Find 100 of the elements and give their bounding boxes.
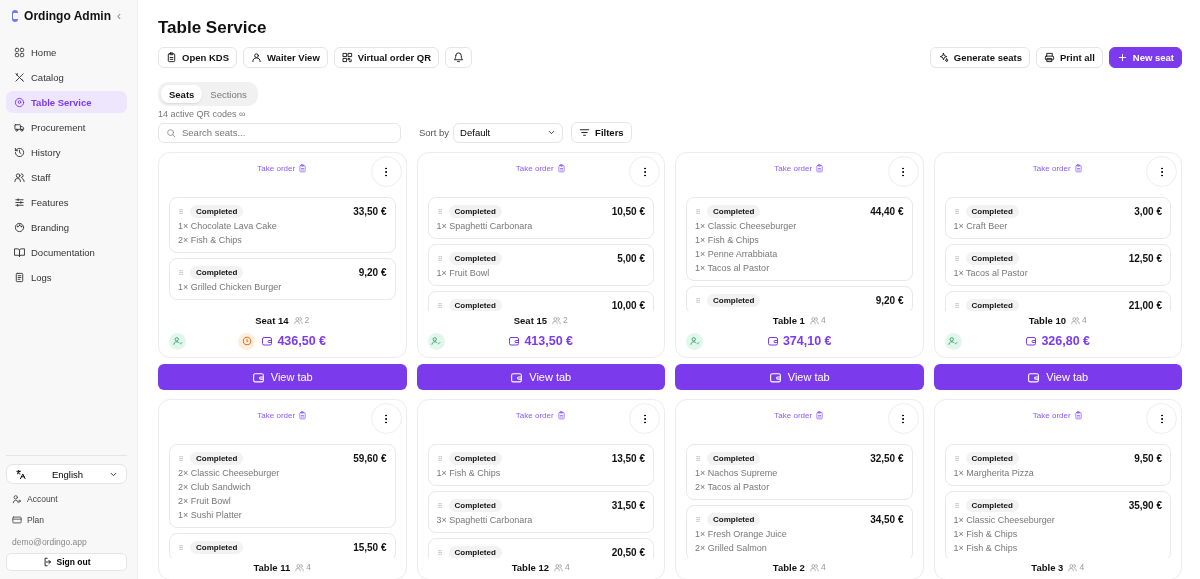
sidebar-item[interactable]: Staff: [6, 166, 127, 188]
take-order-link[interactable]: Take order: [1032, 409, 1083, 421]
scroll-icon: [14, 271, 25, 283]
order-card[interactable]: Completed 9,50 € 1× Margherita Pizza: [944, 444, 1171, 486]
truck-icon: [14, 121, 25, 133]
plus-icon: [1116, 52, 1128, 63]
toolbar-button[interactable]: Virtual order QR: [333, 47, 439, 68]
drag-handle-icon: [695, 453, 701, 463]
sidebar-item[interactable]: Branding: [6, 216, 127, 238]
take-order-link[interactable]: Take order: [515, 162, 566, 174]
drag-handle-icon: [178, 206, 184, 216]
more-menu-button[interactable]: [370, 156, 402, 187]
seat-name: Table 2: [772, 561, 805, 573]
order-item: 2× Tacos al Pastor: [695, 481, 771, 494]
order-card[interactable]: Completed 44,40 € 1× Classic Cheeseburger 1× Fish & Chips 1× Penne Arrabbiata 1× Tacos al Pastor: [686, 197, 913, 281]
collapse-button[interactable]: ‹: [117, 9, 121, 23]
sidebar-item[interactable]: Documentation: [6, 241, 127, 263]
view-tab-button[interactable]: View tab: [675, 364, 924, 390]
order-price: 12,50 €: [1128, 252, 1162, 264]
view-tab-button[interactable]: View tab: [158, 364, 407, 390]
more-menu-button[interactable]: [629, 156, 660, 187]
take-order-link[interactable]: Take order: [774, 162, 825, 174]
take-order-link[interactable]: Take order: [257, 409, 308, 421]
more-menu-button[interactable]: [1146, 403, 1177, 434]
drag-handle-icon: [953, 453, 960, 463]
take-order-link[interactable]: Take order: [515, 409, 566, 421]
seat-name: Table 10: [1028, 314, 1067, 326]
filters-button[interactable]: Filters: [571, 122, 632, 143]
users-icon: [293, 315, 303, 325]
logo-icon: [12, 10, 19, 22]
order-card[interactable]: Completed 59,60 € 2× Classic Cheeseburger 2× Club Sandwich 2× Fruit Bowl 1× Sushi Platter: [169, 444, 396, 528]
status-badge: Completed: [965, 451, 1019, 465]
order-card[interactable]: Completed 20,50 €: [427, 538, 654, 558]
order-card[interactable]: Completed 5,00 € 1× Fruit Bowl: [427, 244, 654, 286]
order-price: 33,50 €: [353, 205, 387, 217]
toolbar-button[interactable]: Generate seats: [929, 47, 1030, 68]
users-icon: [554, 562, 564, 572]
order-item: 1× Fish & Chips: [953, 542, 1019, 555]
account-link[interactable]: Account: [6, 493, 127, 505]
users-icon: [809, 315, 819, 325]
account-link[interactable]: Plan: [6, 514, 127, 526]
view-tab-button[interactable]: View tab: [933, 364, 1182, 390]
order-card[interactable]: Completed 10,50 € 1× Spaghetti Carbonara: [427, 197, 654, 239]
clipboard-icon: [556, 163, 566, 173]
sidebar-item[interactable]: Features: [6, 191, 127, 213]
sidebar-item[interactable]: History: [6, 141, 127, 163]
guest-count: 2: [293, 315, 310, 325]
toolbar-button[interactable]: New seat: [1108, 47, 1182, 68]
view-tab-button[interactable]: View tab: [416, 364, 665, 390]
drag-handle-icon: [436, 547, 443, 557]
palette-icon: [14, 221, 25, 233]
tab[interactable]: Sections: [202, 85, 255, 103]
more-menu-button[interactable]: [370, 403, 402, 434]
take-order-link[interactable]: Take order: [774, 409, 825, 421]
toolbar-button[interactable]: Open KDS: [158, 47, 237, 68]
users-icon: [1068, 562, 1078, 572]
search-field[interactable]: Search seats...: [158, 122, 401, 143]
more-menu-button[interactable]: [629, 403, 660, 434]
sidebar-item[interactable]: Logs: [6, 266, 127, 288]
drag-handle-icon: [953, 300, 960, 310]
status-badge: Completed: [448, 545, 502, 558]
status-badge: Completed: [448, 298, 502, 311]
language-select[interactable]: English: [6, 464, 127, 484]
order-card[interactable]: Completed 9,20 € 1× Grilled Chicken Burger: [169, 258, 396, 300]
order-card[interactable]: Completed 32,50 € 1× Nachos Supreme 2× Tacos al Pastor: [686, 444, 913, 500]
order-price: 10,00 €: [611, 299, 645, 311]
more-menu-button[interactable]: [887, 403, 919, 434]
sort-select[interactable]: Default: [453, 122, 564, 143]
more-menu-button[interactable]: [1146, 156, 1177, 187]
notification-button[interactable]: [445, 47, 472, 68]
toolbar-button[interactable]: Print all: [1035, 47, 1103, 68]
sign-out-button[interactable]: Sign out: [6, 553, 127, 571]
more-menu-button[interactable]: [887, 156, 919, 187]
order-card[interactable]: Completed 12,50 € 1× Tacos al Pastor: [944, 244, 1171, 286]
toolbar-button[interactable]: Waiter View: [243, 47, 328, 68]
take-order-link[interactable]: Take order: [1032, 162, 1083, 174]
sidebar-item[interactable]: Catalog: [6, 66, 127, 88]
take-order-link[interactable]: Take order: [257, 162, 308, 174]
history-icon: [14, 146, 25, 158]
order-card[interactable]: Completed 10,00 €: [427, 291, 654, 311]
order-card[interactable]: Completed 33,50 € 1× Chocolate Lava Cake 2× Fish & Chips: [169, 197, 396, 253]
tab[interactable]: Seats: [161, 85, 203, 103]
order-card[interactable]: Completed 21,00 €: [944, 291, 1171, 311]
order-price: 9,20 €: [875, 294, 904, 306]
wallet-icon: [508, 335, 521, 347]
sidebar-item[interactable]: Procurement: [6, 116, 127, 138]
order-item: 1× Classic Cheeseburger: [953, 514, 1056, 527]
order-card[interactable]: Completed 3,00 € 1× Craft Beer: [944, 197, 1171, 239]
guest-count: 4: [295, 562, 311, 572]
drag-handle-icon: [695, 206, 701, 216]
wallet-icon: [1027, 370, 1041, 384]
order-card[interactable]: Completed 31,50 € 3× Spaghetti Carbonara: [427, 491, 654, 533]
sidebar-item[interactable]: Table Service: [6, 91, 127, 113]
sidebar-item[interactable]: Home: [6, 41, 127, 63]
book-icon: [14, 246, 25, 258]
search-icon: [166, 127, 176, 138]
order-price: 9,20 €: [358, 266, 387, 278]
order-item: 3× Spaghetti Carbonara: [436, 514, 534, 527]
order-card[interactable]: Completed 13,50 € 1× Fish & Chips: [427, 444, 654, 486]
drag-handle-icon: [436, 453, 443, 463]
